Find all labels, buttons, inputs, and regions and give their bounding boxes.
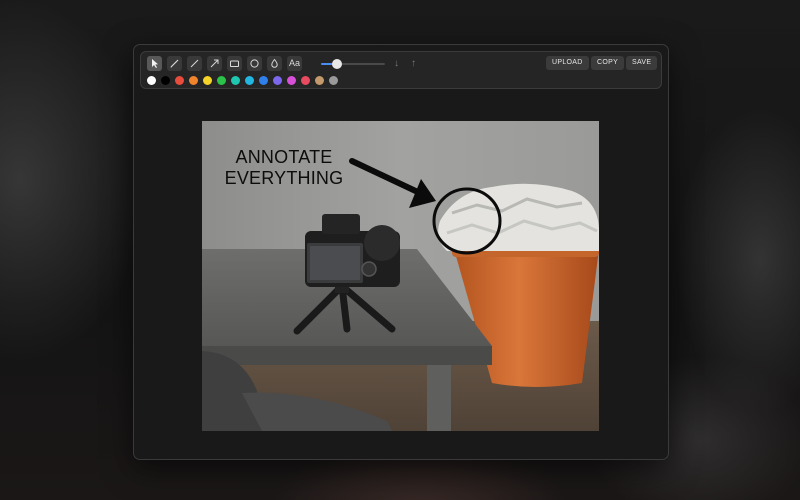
copy-button[interactable]: COPY <box>591 56 625 70</box>
color-swatch[interactable] <box>189 76 198 85</box>
color-swatch[interactable] <box>329 76 338 85</box>
color-swatch[interactable] <box>175 76 184 85</box>
annotation-text-line2: EVERYTHING <box>224 168 344 188</box>
bring-forward-button[interactable]: ↑ <box>407 57 420 70</box>
color-swatch[interactable] <box>315 76 324 85</box>
slider-knob[interactable] <box>332 59 342 69</box>
line-icon <box>190 59 199 68</box>
annotation-text[interactable]: ANNOTATE EVERYTHING <box>214 147 354 189</box>
rectangle-tool-button[interactable] <box>227 56 242 71</box>
blur-tool-button[interactable] <box>267 56 282 71</box>
arrow-tool-button[interactable] <box>207 56 222 71</box>
pen-tool-button[interactable] <box>167 56 182 71</box>
text-tool-button[interactable]: Aa <box>287 56 302 71</box>
line-tool-button[interactable] <box>187 56 202 71</box>
color-swatch[interactable] <box>231 76 240 85</box>
pen-icon <box>170 59 179 68</box>
drop-icon <box>271 58 278 68</box>
stroke-width-slider[interactable] <box>321 59 385 69</box>
upload-button[interactable]: UPLOAD <box>546 56 589 70</box>
save-button[interactable]: SAVE <box>626 56 658 70</box>
arrow-down-icon: ↓ <box>394 58 399 69</box>
color-swatch[interactable] <box>203 76 212 85</box>
color-swatch[interactable] <box>301 76 310 85</box>
select-tool-button[interactable] <box>147 56 162 71</box>
annotation-text-line1: ANNOTATE <box>235 147 333 167</box>
annotation-window: Aa ↓ ↑ UPLOAD COPY SAVE ANNOTATE EVERYTH… <box>133 44 669 460</box>
rectangle-icon <box>230 60 239 67</box>
toolbar: Aa ↓ ↑ UPLOAD COPY SAVE <box>140 51 662 89</box>
image-canvas[interactable]: ANNOTATE EVERYTHING <box>202 121 599 431</box>
text-icon: Aa <box>288 58 300 68</box>
color-swatch[interactable] <box>161 76 170 85</box>
circle-icon <box>250 59 259 68</box>
color-swatch[interactable] <box>245 76 254 85</box>
color-swatch[interactable] <box>287 76 296 85</box>
color-swatch[interactable] <box>147 76 156 85</box>
send-backward-button[interactable]: ↓ <box>390 57 403 70</box>
arrow-icon <box>210 59 219 68</box>
color-swatch[interactable] <box>259 76 268 85</box>
ellipse-tool-button[interactable] <box>247 56 262 71</box>
color-swatch[interactable] <box>273 76 282 85</box>
arrow-up-icon: ↑ <box>411 58 416 69</box>
cursor-icon <box>152 59 158 68</box>
color-swatch[interactable] <box>217 76 226 85</box>
